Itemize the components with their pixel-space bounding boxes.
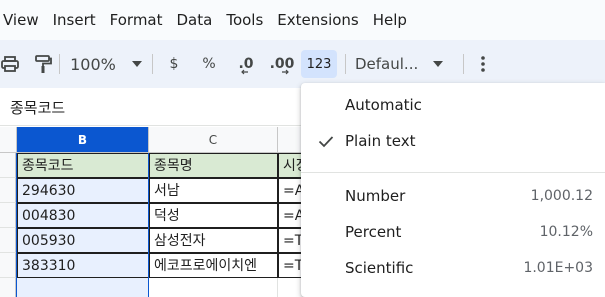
menu-format[interactable]: Format <box>103 0 170 40</box>
menu-item-percent[interactable]: Percent 10.12% <box>301 215 605 249</box>
name-box[interactable]: 종목코드 <box>10 97 65 118</box>
toolbar-divider <box>345 54 346 74</box>
table-cell[interactable]: 294630 <box>17 178 149 203</box>
number-format-menu: Automatic Plain text Number 1,000.12 Per… <box>301 83 605 297</box>
font-value: Defaul... <box>355 55 419 73</box>
menu-item-example: 1.01E+03 <box>523 260 593 276</box>
menu-extensions[interactable]: Extensions <box>270 0 365 40</box>
menu-help[interactable]: Help <box>366 0 414 40</box>
print-icon[interactable] <box>0 50 20 78</box>
menu-item-scientific[interactable]: Scientific 1.01E+03 <box>301 251 605 285</box>
paint-format-icon[interactable] <box>32 50 54 78</box>
table-cell[interactable]: 에코프로에이치엔 <box>149 253 278 278</box>
arrow-left-icon <box>241 69 248 75</box>
row-header[interactable] <box>0 228 16 253</box>
menu-insert[interactable]: Insert <box>46 0 103 40</box>
menu-item-plain-text[interactable]: Plain text <box>301 124 605 158</box>
table-cell[interactable]: 덕성 <box>149 203 278 228</box>
zoom-value: 100% <box>70 54 116 74</box>
table-cell[interactable] <box>149 278 278 297</box>
table-cell[interactable]: 삼성전자 <box>149 228 278 253</box>
table-cell[interactable]: 383310 <box>17 253 149 278</box>
chevron-down-icon <box>131 61 142 67</box>
menu-item-example: 10.12% <box>539 224 593 240</box>
decrease-decimal-button[interactable]: .0 <box>233 50 259 78</box>
cell-c-header[interactable]: 종목명 <box>149 153 278 178</box>
row-header[interactable] <box>0 253 16 278</box>
table-cell[interactable]: 005930 <box>17 228 149 253</box>
cell-b-header[interactable]: 종목코드 <box>17 153 149 178</box>
row-header[interactable] <box>0 278 16 297</box>
toolbar-divider <box>59 54 60 74</box>
table-cell[interactable] <box>17 278 149 297</box>
currency-format-button[interactable]: $ <box>162 50 186 78</box>
table-cell[interactable]: 서남 <box>149 178 278 203</box>
row-header[interactable] <box>0 178 16 203</box>
corner-header[interactable] <box>0 127 17 153</box>
increase-decimal-button[interactable]: .00 <box>268 50 296 78</box>
menu-view[interactable]: View <box>0 0 46 40</box>
column-header-b[interactable]: B <box>17 127 149 153</box>
menu-item-label: Number <box>345 187 406 205</box>
column-header-c[interactable]: C <box>149 127 278 153</box>
menu-item-label: Automatic <box>345 96 422 114</box>
percent-format-button[interactable]: % <box>197 50 221 78</box>
toolbar-divider <box>152 54 153 74</box>
menu-item-automatic[interactable]: Automatic <box>301 88 605 122</box>
menu-item-example: 1,000.12 <box>530 188 593 204</box>
more-formats-button[interactable]: 123 <box>301 50 337 78</box>
toolbar: 100% $ % .0 .00 123 Defaul... <box>0 40 605 88</box>
menu-data[interactable]: Data <box>170 0 220 40</box>
more-options-icon[interactable] <box>473 50 493 78</box>
menu-item-label: Scientific <box>345 259 414 277</box>
menu-bar: View Insert Format Data Tools Extensions… <box>0 0 605 40</box>
menu-divider <box>301 172 605 173</box>
font-select[interactable]: Defaul... <box>355 50 451 78</box>
menu-item-label: Plain text <box>345 132 416 150</box>
menu-tools[interactable]: Tools <box>219 0 270 40</box>
chevron-down-icon <box>433 61 443 67</box>
check-icon <box>318 136 334 148</box>
arrow-right-icon <box>282 69 289 75</box>
row-header[interactable] <box>0 203 16 228</box>
table-cell[interactable]: 004830 <box>17 203 149 228</box>
row-header[interactable] <box>0 153 16 178</box>
toolbar-divider <box>463 54 464 74</box>
menu-item-label: Percent <box>345 223 402 241</box>
zoom-select[interactable]: 100% <box>68 50 144 78</box>
menu-item-number[interactable]: Number 1,000.12 <box>301 179 605 213</box>
